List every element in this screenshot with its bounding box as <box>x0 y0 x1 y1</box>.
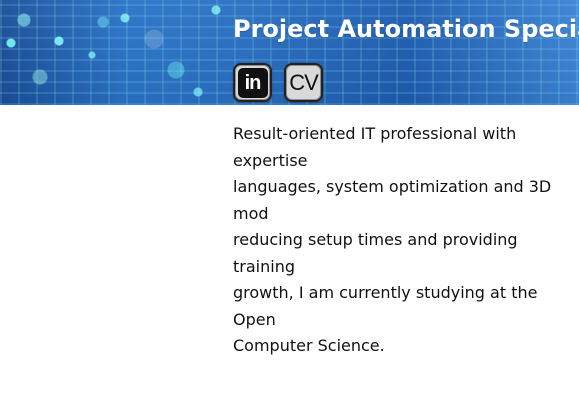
hero-banner: Project Automation Special in CV <box>0 0 579 105</box>
linkedin-button[interactable]: in <box>233 63 272 102</box>
hero-title: Project Automation Special <box>233 15 579 43</box>
bio-paragraph: Result-oriented IT professional with exp… <box>233 124 552 355</box>
portfolio-page: Project Automation Special in CV Result-… <box>0 0 579 418</box>
cv-icon: CV <box>289 69 319 95</box>
cv-button[interactable]: CV <box>284 63 323 102</box>
social-links: in CV <box>233 63 323 102</box>
linkedin-icon: in <box>237 67 268 98</box>
